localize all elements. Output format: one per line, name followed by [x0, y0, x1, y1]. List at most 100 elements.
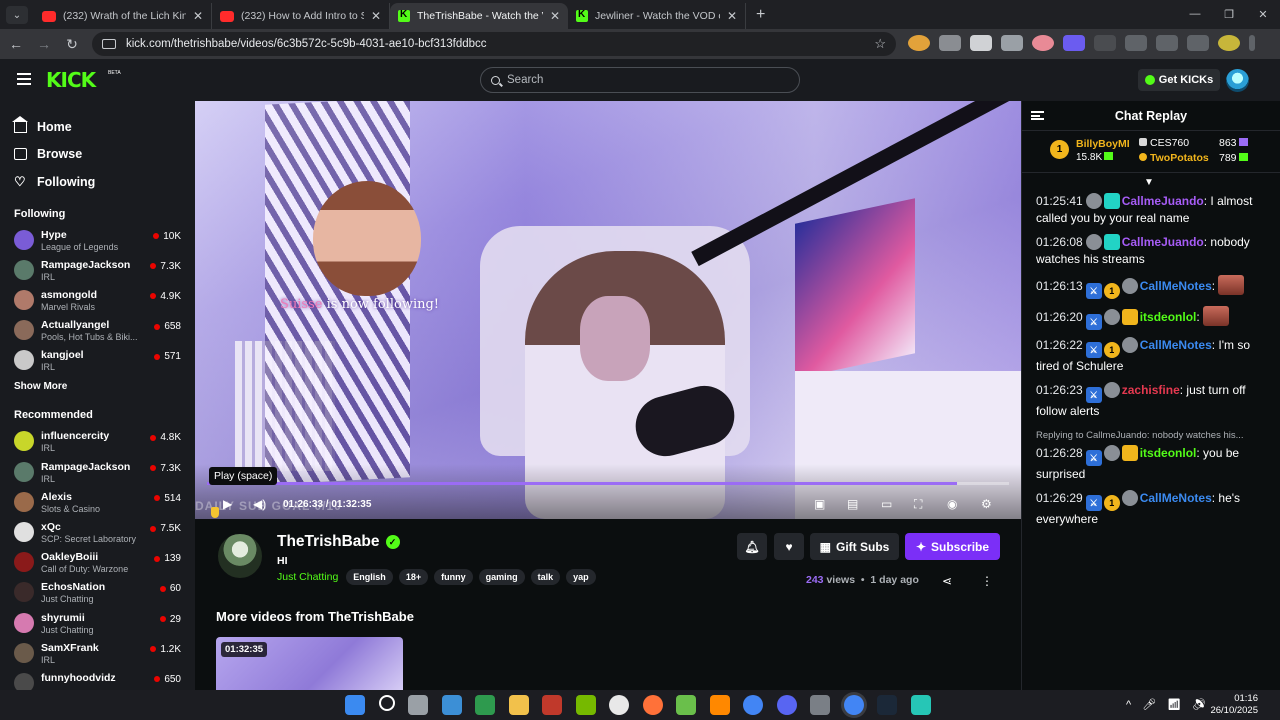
notification-button[interactable]: 🔔︎	[737, 533, 767, 560]
nav-following[interactable]: ♡ Following	[14, 168, 195, 196]
app-icon[interactable]	[910, 695, 931, 715]
follow-button[interactable]: ♥	[774, 533, 804, 560]
chat-username[interactable]: CallMeNotes	[1140, 279, 1212, 293]
clock[interactable]: 01:16 26/10/2025	[1210, 693, 1258, 717]
channel-item[interactable]: kangjoel IRL 571	[0, 346, 195, 376]
chatgpt-icon[interactable]	[609, 695, 629, 715]
vlc-icon[interactable]	[709, 695, 730, 715]
channel-item[interactable]: xQc SCP: Secret Laboratory 7.5K	[0, 518, 195, 548]
download-icon[interactable]	[1156, 35, 1178, 51]
minimize-icon[interactable]: —	[1178, 0, 1212, 28]
calculator-icon[interactable]	[810, 695, 830, 715]
clip-icon[interactable]: ▤	[847, 497, 858, 511]
firefox-icon[interactable]	[642, 695, 663, 715]
collapse-chat-icon[interactable]	[1031, 111, 1044, 120]
notepad-icon[interactable]	[676, 695, 696, 715]
close-window-icon[interactable]: ✕	[1246, 0, 1280, 28]
channel-item[interactable]: shyrumii Just Chatting 29	[0, 609, 195, 639]
theatre-icon[interactable]: ▭	[881, 497, 892, 511]
site-info-icon[interactable]	[102, 39, 116, 49]
forward-icon[interactable]: →	[30, 36, 58, 52]
browser-tab-1[interactable]: (232) Wrath of the Lich King Sc ✕	[34, 3, 212, 29]
streamer-name[interactable]: TheTrishBabe ✓	[277, 533, 400, 551]
kick-logo[interactable]: KICK	[46, 68, 96, 92]
search-input[interactable]: Search	[480, 67, 800, 93]
new-tab-icon[interactable]: +	[756, 6, 765, 24]
channel-item[interactable]: SamXFrank IRL 1.2K	[0, 639, 195, 669]
second-gifter[interactable]: CES760	[1139, 137, 1189, 149]
channel-item[interactable]: asmongold Marvel Rivals 4.9K	[0, 286, 195, 316]
shield-icon[interactable]	[1063, 35, 1085, 51]
video-thumbnail[interactable]: 01:32:35	[216, 637, 403, 690]
channel-item[interactable]: Alexis Slots & Casino 514	[0, 488, 195, 518]
start-icon[interactable]	[345, 695, 365, 715]
system-tray[interactable]: ^🎤︎📶︎🔊︎	[1126, 698, 1217, 711]
play-icon[interactable]: ▶	[223, 497, 232, 511]
chrome-icon[interactable]	[743, 695, 763, 715]
maximize-icon[interactable]: ❐	[1212, 0, 1246, 28]
subscribe-button[interactable]: ✦ Subscribe	[905, 533, 1000, 560]
profile-icon[interactable]	[1218, 35, 1240, 51]
extension-icon[interactable]	[939, 35, 961, 51]
third-gifter[interactable]: TwoPotatos	[1139, 152, 1209, 164]
channel-item[interactable]: Hype League of Legends 10K	[0, 226, 195, 256]
top-gifter-name[interactable]: BillyBoyMI	[1076, 138, 1130, 150]
extension-icon[interactable]	[1001, 35, 1023, 51]
channel-item[interactable]: OakleyBoiii Call of Duty: Warzone 139	[0, 548, 195, 578]
volume-icon[interactable]: ◀)	[253, 497, 266, 511]
fullscreen-icon[interactable]: ⛶	[914, 497, 922, 512]
seek-bar[interactable]	[207, 482, 1009, 485]
channel-item[interactable]: Actuallyangel Pools, Hot Tubs & Biki... 65…	[0, 316, 195, 346]
share-icon[interactable]: ⋖	[942, 574, 952, 588]
streamer-avatar[interactable]	[216, 532, 264, 580]
nav-browse[interactable]: Browse	[14, 141, 195, 169]
chat-username[interactable]: itsdeonlol	[1140, 446, 1197, 460]
gift-subs-button[interactable]: ▦ Gift Subs	[810, 533, 899, 560]
menu-icon[interactable]	[17, 73, 31, 85]
media-icon[interactable]	[1187, 35, 1209, 51]
tag-chip[interactable]: gaming	[478, 569, 525, 585]
category-link[interactable]: Just Chatting	[277, 571, 338, 583]
get-kicks-button[interactable]: Get KICKs	[1138, 69, 1220, 91]
channel-item[interactable]: funnyhoodvidz 650	[0, 669, 195, 690]
tag-chip[interactable]: talk	[530, 569, 561, 585]
show-more-button[interactable]: Show More	[0, 381, 195, 403]
tag-chip[interactable]: 18+	[398, 569, 429, 585]
photos-icon[interactable]	[441, 695, 462, 715]
chat-username[interactable]: CallmeJuando	[1122, 194, 1204, 208]
reload-icon[interactable]: ↻	[58, 36, 86, 53]
close-icon[interactable]: ✕	[727, 9, 737, 23]
tag-chip[interactable]: English	[346, 569, 393, 585]
chat-username[interactable]: CallmeJuando	[1122, 235, 1204, 249]
expand-gifters-icon[interactable]: ▼	[1144, 177, 1154, 188]
browser-tab-4[interactable]: Jewliner - Watch the VOD on K ✕	[568, 3, 746, 29]
chat-username[interactable]: CallMeNotes	[1140, 338, 1212, 352]
discord-icon[interactable]	[776, 695, 797, 715]
pip-icon[interactable]: ▣	[814, 497, 825, 511]
extension-icon[interactable]	[970, 35, 992, 51]
app-icon[interactable]	[475, 695, 495, 715]
tag-chip[interactable]: funny	[434, 569, 473, 585]
chrome-active-icon[interactable]	[843, 695, 864, 715]
file-explorer-icon[interactable]	[508, 695, 529, 715]
puzzle-icon[interactable]	[1125, 35, 1147, 51]
browser-tab-2[interactable]: (232) How to Add Intro to Strea ✕	[212, 3, 390, 29]
chat-username[interactable]: CallMeNotes	[1140, 491, 1212, 505]
extension-icon[interactable]	[908, 35, 930, 51]
app-icon[interactable]	[542, 695, 562, 715]
extension-icon[interactable]	[1032, 35, 1054, 51]
chat-username[interactable]: itsdeonlol	[1140, 310, 1197, 324]
search-icon[interactable]	[378, 695, 395, 711]
address-bar[interactable]: kick.com/thetrishbabe/videos/6c3b572c-5c…	[92, 32, 896, 56]
speed-icon[interactable]: ◉	[947, 497, 957, 511]
channel-item[interactable]: influencercity IRL 4.8K	[0, 427, 195, 457]
video-player[interactable]: Suisse is now following! DAILY SUB GOAL …	[195, 101, 1021, 519]
steam-icon[interactable]	[877, 695, 897, 715]
tab-search-button[interactable]: ⌄	[6, 6, 28, 24]
bookmark-star-icon[interactable]: ☆	[874, 36, 886, 52]
close-icon[interactable]: ✕	[550, 9, 560, 23]
close-icon[interactable]: ✕	[371, 9, 381, 23]
back-icon[interactable]: ←	[2, 36, 30, 52]
user-avatar[interactable]	[1226, 69, 1249, 92]
tag-chip[interactable]: yap	[566, 569, 596, 585]
